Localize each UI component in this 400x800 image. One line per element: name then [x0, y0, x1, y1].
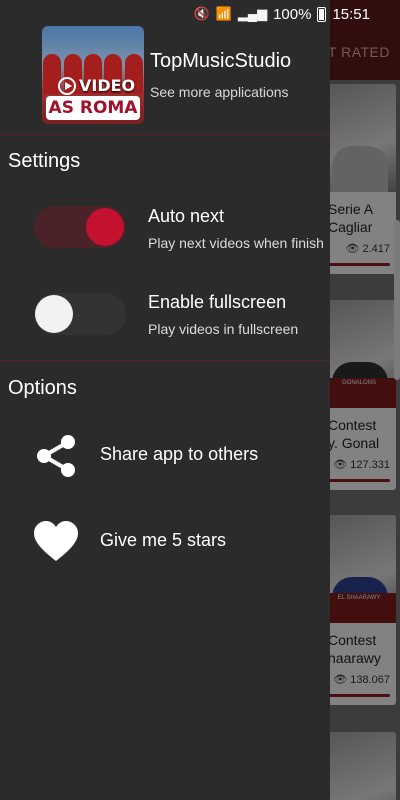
- auto-next-toggle[interactable]: [34, 206, 126, 248]
- option-label: Give me 5 stars: [100, 530, 227, 550]
- setting-title: Enable fullscreen: [148, 292, 287, 312]
- signal-icon: ▂▄▆: [237, 6, 268, 21]
- setting-title: Auto next: [148, 206, 225, 226]
- settings-section-title: Settings: [8, 150, 81, 172]
- mute-icon: 🔇: [193, 6, 210, 21]
- play-icon: [58, 76, 76, 95]
- video-logo-text: VIDEO: [58, 76, 135, 95]
- divider: [0, 134, 330, 135]
- share-app-option[interactable]: Share app to others: [0, 428, 330, 484]
- setting-auto-next[interactable]: Auto next Play next videos when finish: [0, 200, 330, 260]
- studio-name: TopMusicStudio: [150, 50, 292, 72]
- setting-description: Play videos in fullscreen: [148, 321, 299, 337]
- battery-icon: [317, 6, 327, 22]
- app-logo: VIDEO AS ROMA: [42, 26, 144, 124]
- navigation-drawer: VIDEO AS ROMA TopMusicStudio See more ap…: [0, 0, 330, 800]
- share-icon: [37, 435, 75, 477]
- toggle-knob: [86, 208, 124, 246]
- battery-percent: 100%: [273, 5, 312, 23]
- team-logo-text: AS ROMA: [46, 96, 140, 120]
- option-label: Share app to others: [100, 444, 259, 464]
- setting-enable-fullscreen[interactable]: Enable fullscreen Play videos in fullscr…: [0, 286, 330, 346]
- clock: 15:51: [332, 5, 370, 23]
- status-bar: 🔇 📶 ▂▄▆ 100% 15:51: [0, 0, 400, 28]
- drawer-header[interactable]: VIDEO AS ROMA TopMusicStudio See more ap…: [0, 26, 330, 134]
- options-section-title: Options: [8, 377, 77, 399]
- toggle-knob: [35, 295, 73, 333]
- see-more-apps-link[interactable]: See more applications: [150, 84, 289, 100]
- divider: [0, 360, 330, 361]
- setting-description: Play next videos when finish: [148, 235, 324, 251]
- fullscreen-toggle[interactable]: [34, 293, 126, 335]
- wifi-icon: 📶: [215, 6, 232, 21]
- heart-icon: [34, 521, 78, 561]
- rate-app-option[interactable]: Give me 5 stars: [0, 514, 330, 570]
